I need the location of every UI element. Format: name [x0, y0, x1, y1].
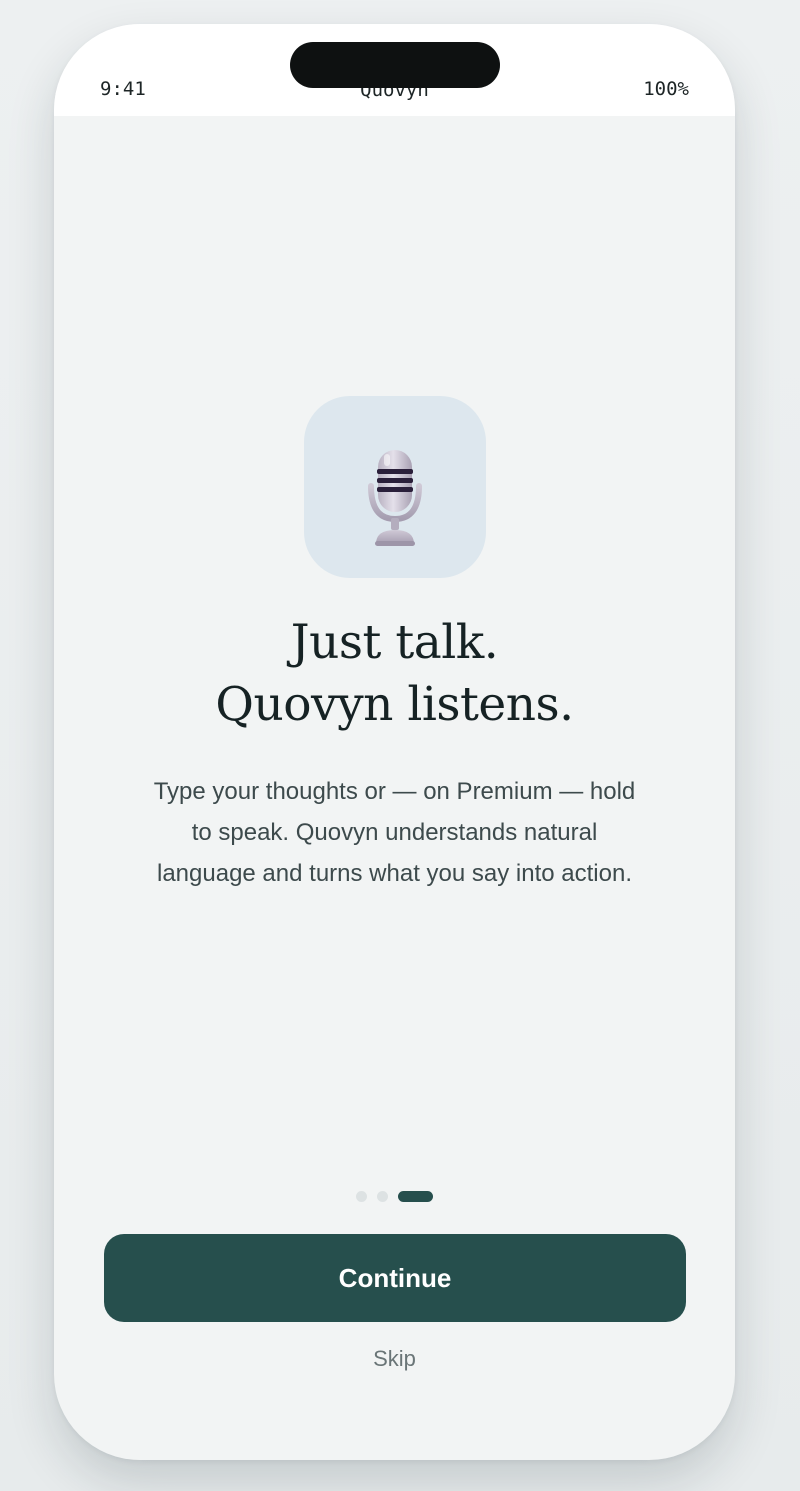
status-bar: 9:41 Quovyn 100%: [54, 24, 735, 116]
page-dot-1[interactable]: [356, 1190, 367, 1202]
headline: Just talk. Quovyn listens.: [54, 612, 735, 736]
status-battery: 100%: [643, 78, 689, 100]
page-indicator: [54, 1190, 735, 1202]
headline-line-1: Just talk.: [290, 615, 499, 670]
skip-link[interactable]: Skip: [54, 1346, 735, 1372]
page-dot-2[interactable]: [377, 1190, 388, 1202]
continue-button[interactable]: Continue: [104, 1234, 686, 1322]
page-dot-3-active[interactable]: [398, 1190, 433, 1202]
headline-line-2: Quovyn listens.: [215, 677, 574, 732]
description: Type your thoughts or — on Premium — hol…: [153, 778, 636, 887]
feature-icon-tile: [304, 396, 486, 578]
microphone-icon: [368, 450, 422, 546]
phone-frame: 9:41 Quovyn 100% Just talk. Quovyn liste…: [54, 24, 735, 1460]
dynamic-island: [290, 42, 500, 88]
